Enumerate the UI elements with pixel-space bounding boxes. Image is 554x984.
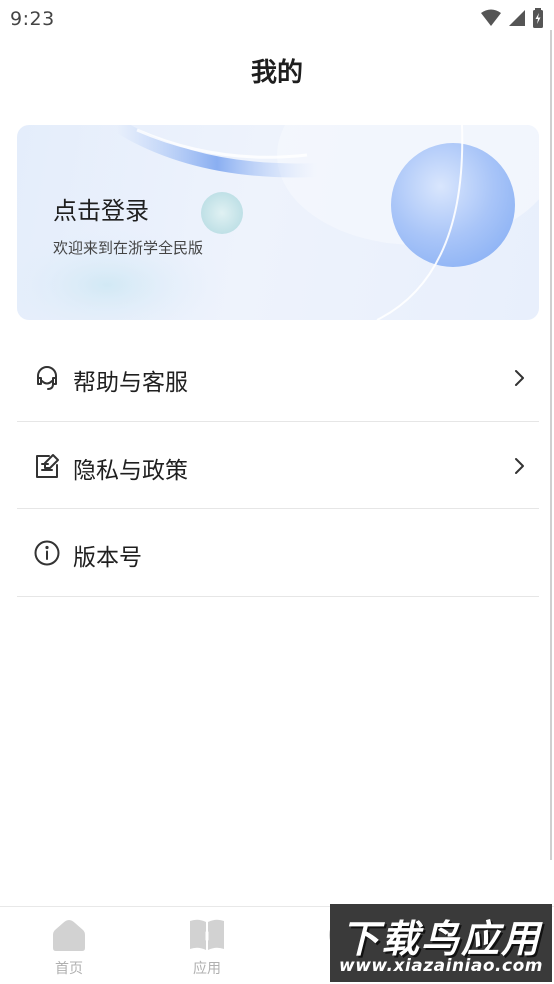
tab-home[interactable]: 首页 xyxy=(14,907,124,984)
status-time: 9:23 xyxy=(10,8,55,30)
menu-label-privacy: 隐私与政策 xyxy=(73,457,188,484)
headset-icon xyxy=(37,366,57,390)
watermark-url: www.xiazainiao.com xyxy=(339,956,543,976)
status-bar: 9:23 xyxy=(0,0,554,38)
menu-label-version: 版本号 xyxy=(73,545,142,571)
menu-label-help: 帮助与客服 xyxy=(73,370,188,396)
page-title: 我的 xyxy=(250,58,303,88)
scrollbar[interactable] xyxy=(550,30,552,860)
book-icon xyxy=(190,919,224,950)
tab-label-home: 首页 xyxy=(55,961,83,977)
chevron-right-icon xyxy=(515,457,524,474)
tab-apps[interactable]: 应用 xyxy=(152,907,262,984)
info-icon xyxy=(34,540,60,566)
watermark-logo: 下载鸟应用 www.xiazainiao.com xyxy=(330,904,552,982)
signal-icon xyxy=(509,10,525,26)
login-subtitle: 欢迎来到在浙学全民版 xyxy=(53,239,204,257)
login-title: 点击登录 xyxy=(53,197,149,225)
login-card[interactable]: 点击登录 欢迎来到在浙学全民版 xyxy=(17,125,539,320)
menu-item-privacy[interactable]: 隐私与政策 xyxy=(17,422,539,509)
home-icon xyxy=(53,920,85,951)
chevron-right-icon xyxy=(515,370,524,386)
wifi-icon xyxy=(481,9,501,26)
menu-item-help[interactable]: 帮助与客服 xyxy=(17,334,539,422)
menu-item-version[interactable]: 版本号 xyxy=(17,509,539,597)
battery-icon xyxy=(533,8,543,28)
menu-list: 帮助与客服 隐私与政策 版本号 xyxy=(17,334,539,597)
status-icons xyxy=(480,8,544,28)
document-edit-icon xyxy=(36,453,59,478)
tab-label-apps: 应用 xyxy=(193,961,221,977)
watermark-text: 下载鸟应用 xyxy=(340,917,541,961)
